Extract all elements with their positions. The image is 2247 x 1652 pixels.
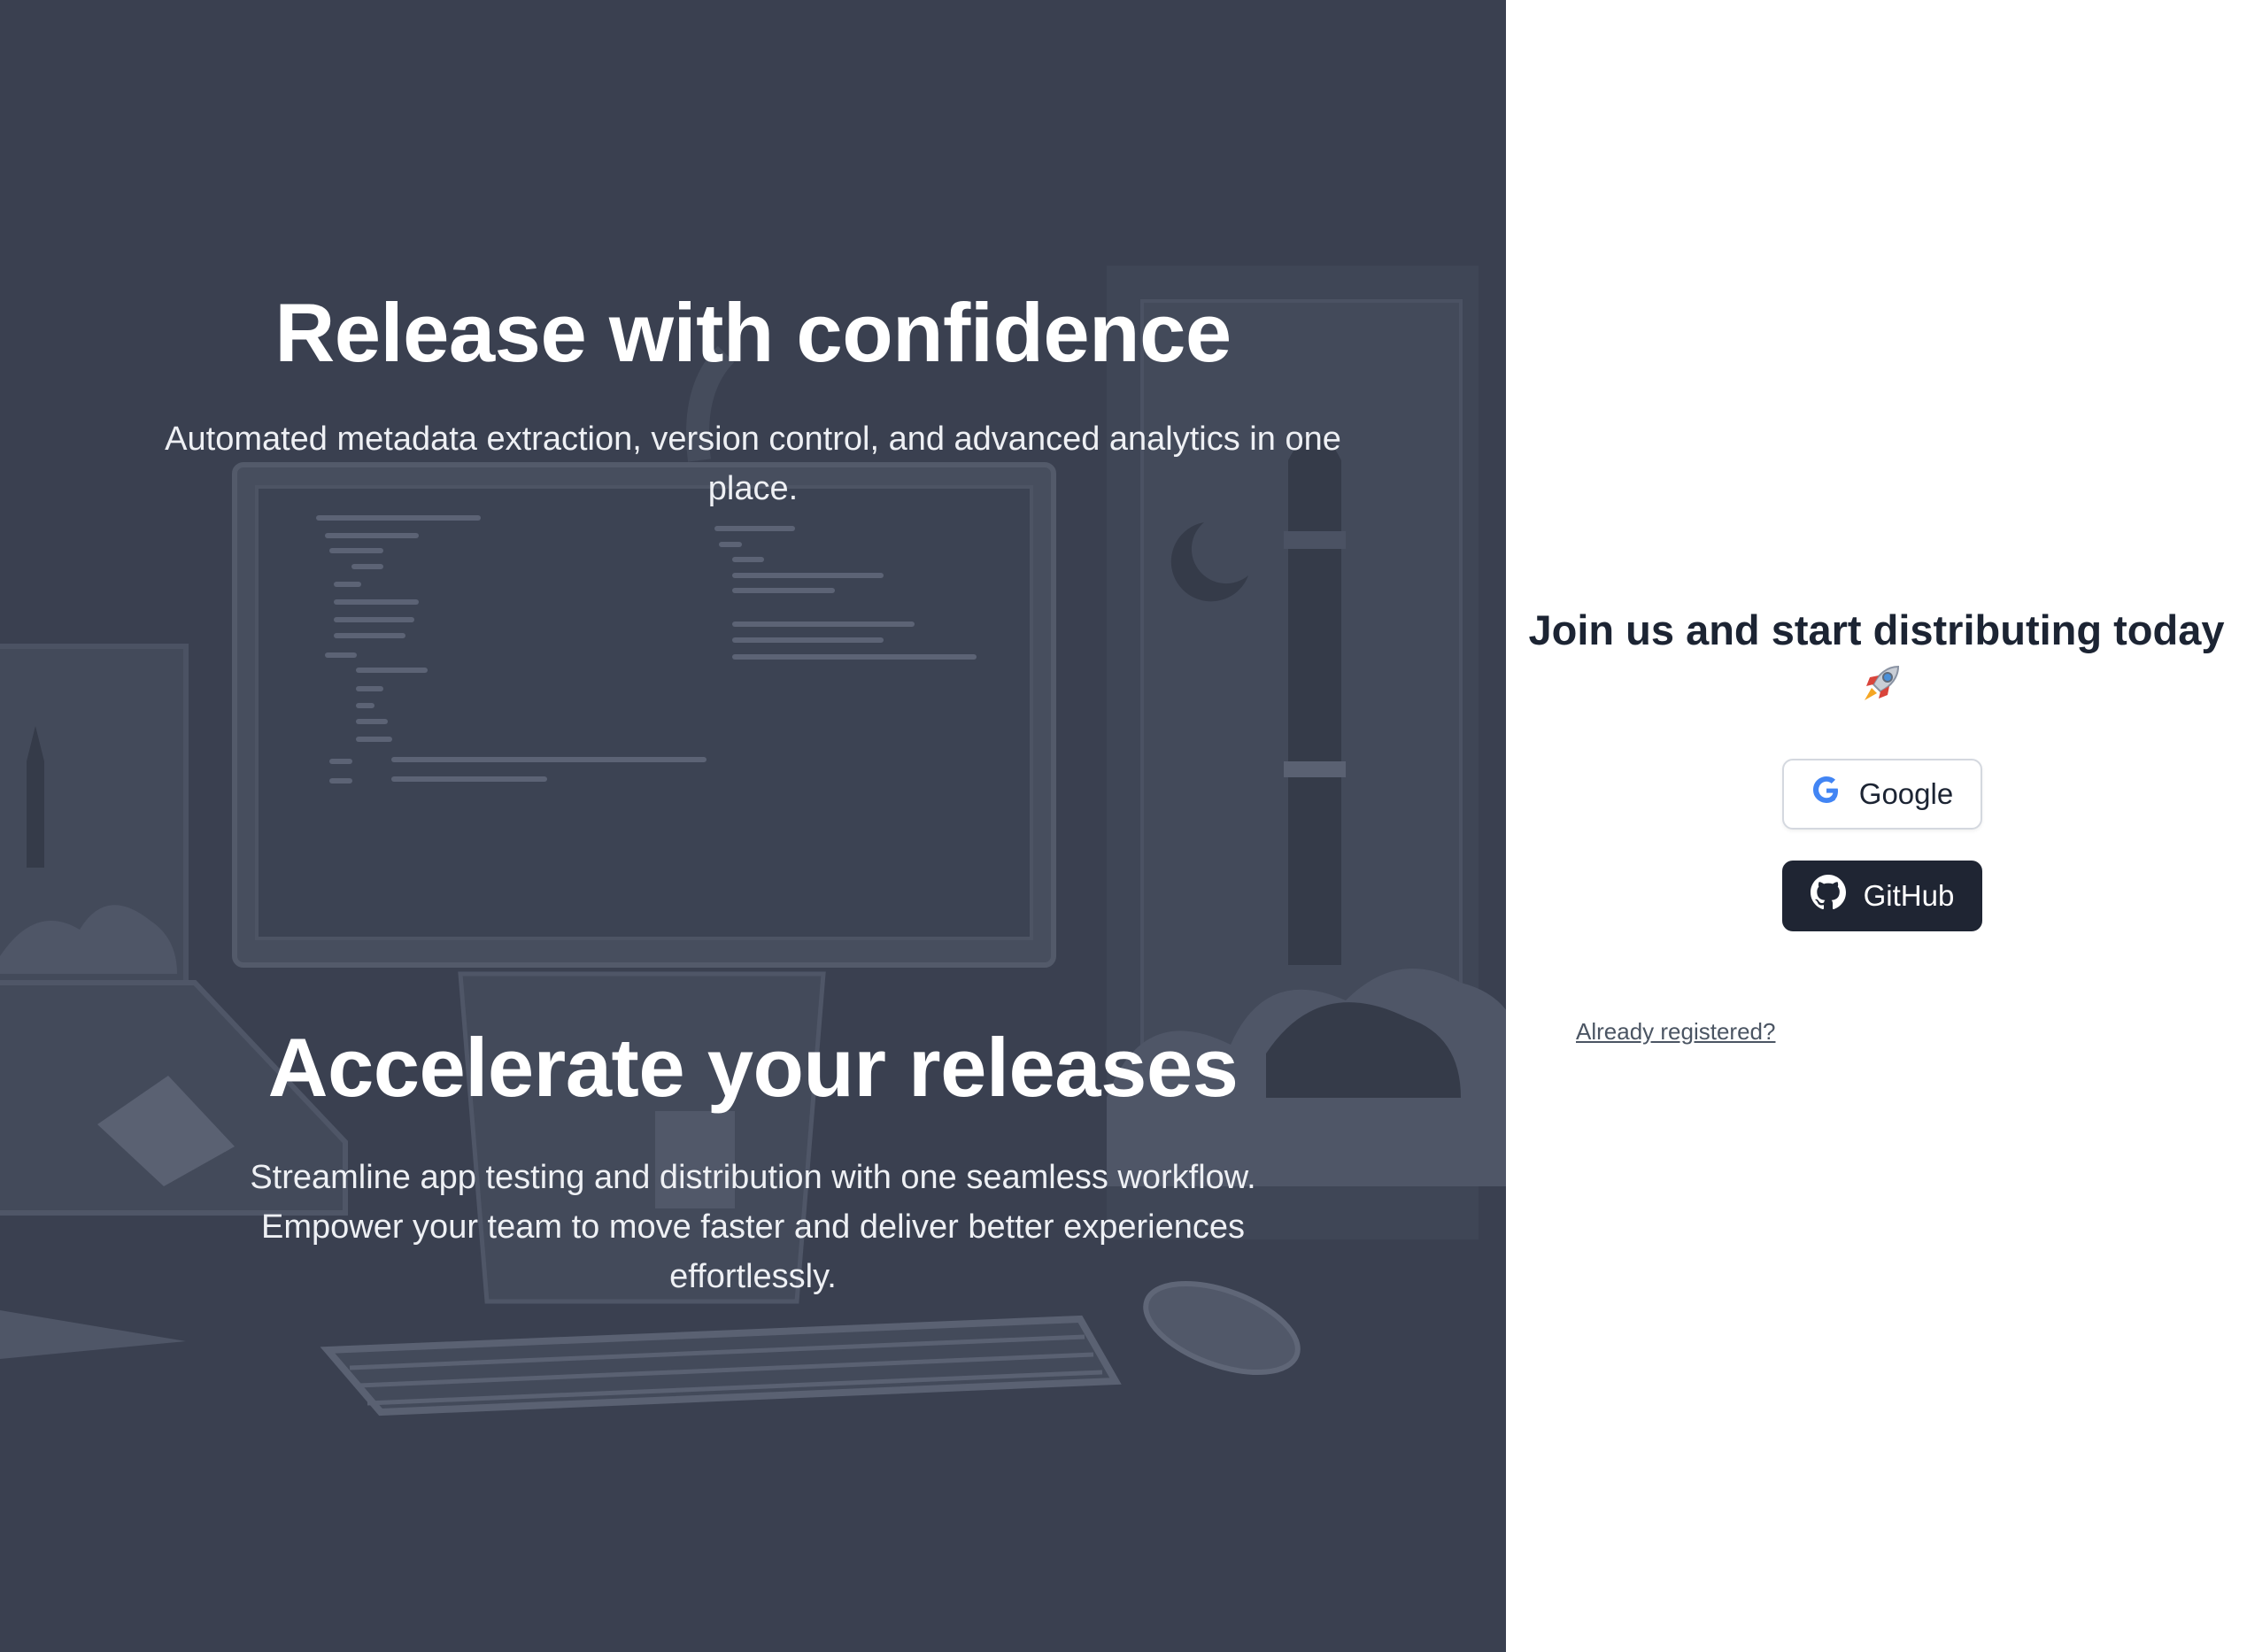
github-icon [1810,875,1846,917]
hero-title: Release with confidence [274,286,1232,379]
hero-subtitle: Automated metadata extraction, version c… [165,421,1341,508]
hero-title: Accelerate your releases [267,1021,1239,1114]
hero-section-accelerate: Accelerate your releases Streamline app … [0,1020,1506,1301]
already-registered-link[interactable]: Already registered? [1576,1018,1775,1046]
github-signin-button[interactable]: GitHub [1782,861,1982,931]
join-title: Join us and start distributing today [1506,602,2247,719]
auth-panel: Join us and start distributing today Goo… [1506,0,2247,1652]
desk-illustration [0,266,1506,1417]
hero-subtitle: Streamline app testing and distribution … [250,1159,1256,1296]
hero-panel: Release with confidence Automated metada… [0,0,1506,1652]
github-button-label: GitHub [1863,879,1955,912]
rocket-icon [1859,661,1903,719]
google-icon [1811,776,1842,813]
join-title-text: Join us and start distributing today [1528,606,2225,653]
google-button-label: Google [1858,777,1954,810]
google-signin-button[interactable]: Google [1782,759,1982,830]
hero-section-release: Release with confidence Automated metada… [0,285,1506,513]
